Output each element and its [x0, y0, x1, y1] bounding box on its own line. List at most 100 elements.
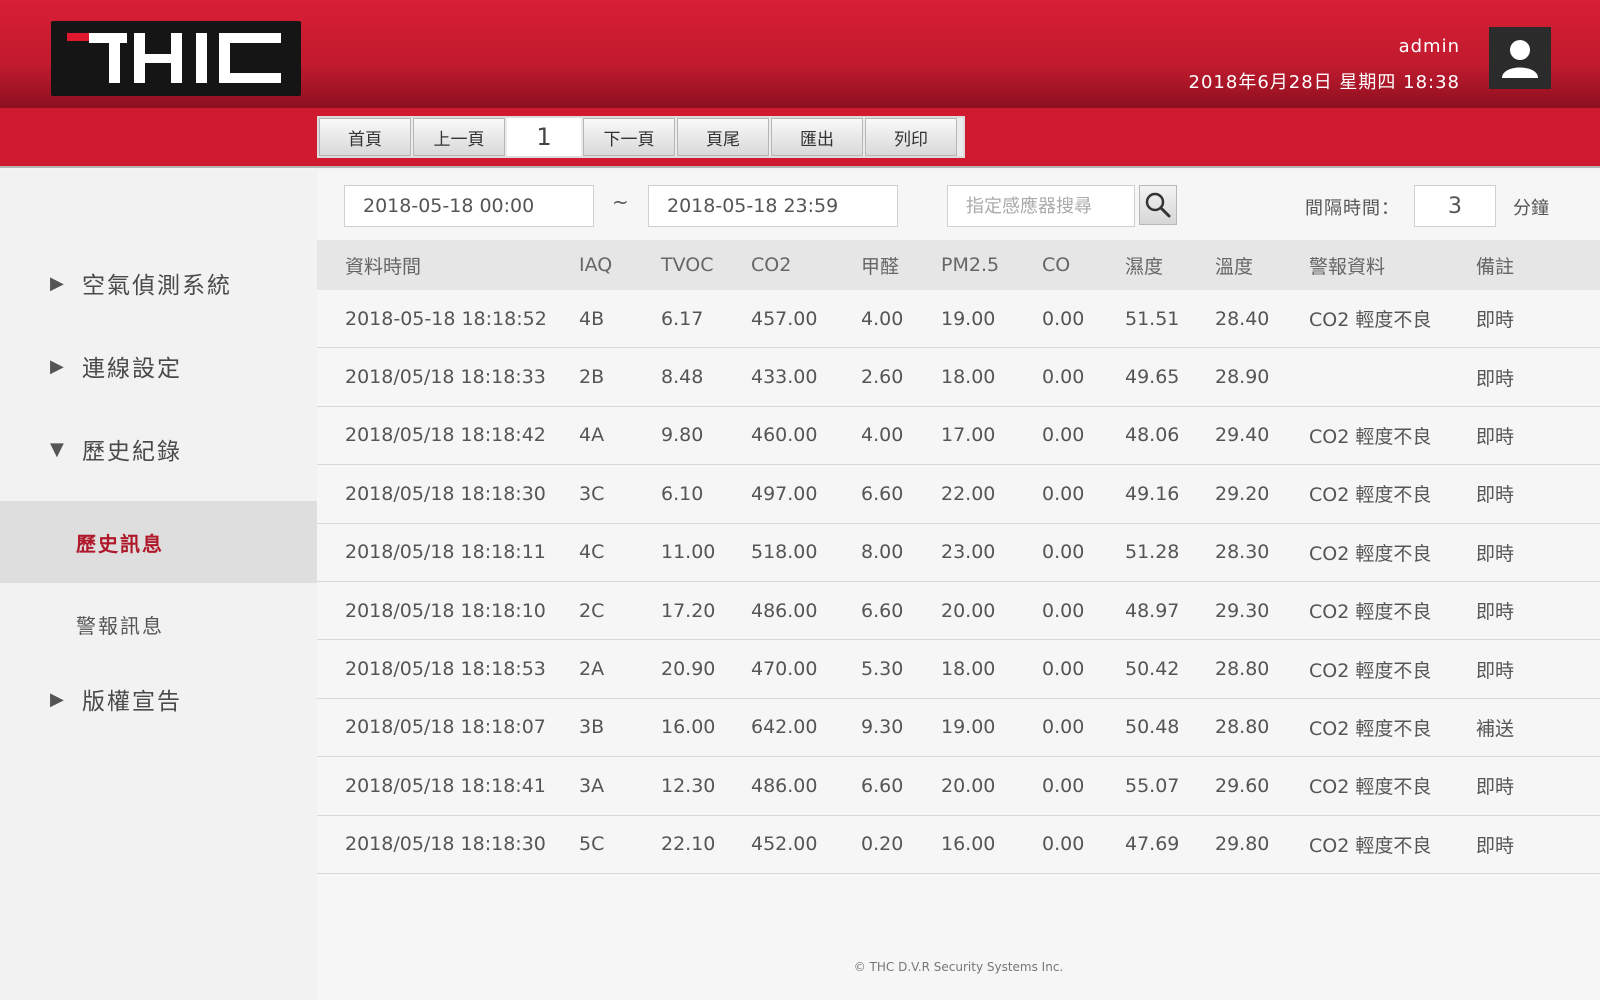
print-button[interactable]: 列印: [865, 118, 957, 156]
column-header-pm25: PM2.5: [941, 254, 1000, 276]
first-page-button[interactable]: 首頁: [319, 118, 411, 156]
cell-formaldehyde: 0.20: [861, 833, 904, 856]
start-time-field[interactable]: 2018-05-18 00:00: [344, 185, 594, 227]
cell-co: 0.00: [1042, 366, 1085, 389]
cell-co: 0.00: [1042, 658, 1085, 681]
cell-time: 2018/05/18 18:18:33: [345, 366, 546, 389]
sidebar-item-copyright[interactable]: ▶ 版權宣告: [50, 682, 182, 716]
export-button[interactable]: 匯出: [771, 118, 863, 156]
cell-co: 0.00: [1042, 774, 1085, 797]
cell-pm25: 17.00: [941, 424, 996, 447]
table-row[interactable]: 2018/05/18 18:18:30 3C 6.10 497.00 6.60 22.00…: [317, 465, 1600, 524]
cell-temperature: 28.80: [1215, 716, 1270, 739]
cell-co2: 460.00: [751, 424, 818, 447]
current-page-number: 1: [507, 118, 581, 156]
cell-humidity: 47.69: [1125, 833, 1180, 856]
sidebar-item-label: 空氣偵測系統: [82, 273, 232, 299]
cell-note: 即時: [1476, 542, 1515, 565]
search-button[interactable]: [1139, 185, 1177, 225]
cell-humidity: 49.16: [1125, 482, 1180, 505]
sidebar-item-air-detection[interactable]: ▶ 空氣偵測系統: [50, 266, 232, 300]
user-name: admin: [1398, 36, 1460, 57]
table-row[interactable]: 2018/05/18 18:18:10 2C 17.20 486.00 6.60 20.0…: [317, 581, 1600, 641]
next-page-button[interactable]: 下一頁: [583, 118, 675, 156]
cell-tvoc: 9.80: [661, 424, 704, 447]
cell-alarm: CO2 輕度不良: [1309, 659, 1432, 682]
cell-time: 2018/05/18 18:18:30: [345, 833, 546, 856]
table-row[interactable]: 2018/05/18 18:18:42 4A 9.80 460.00 4.00 17.00…: [317, 406, 1600, 466]
cell-pm25: 20.00: [941, 599, 996, 622]
cell-iaq: 4C: [579, 541, 605, 564]
end-time-field[interactable]: 2018-05-18 23:59: [648, 185, 898, 227]
footer-copyright: © THC D.V.R Security Systems Inc.: [853, 960, 1064, 974]
app-header: admin 2018年6月28日 星期四 18:38: [0, 0, 1600, 108]
column-header-iaq: IAQ: [579, 254, 613, 276]
table-header: 資料時間 IAQ TVOC CO2 甲醛 PM2.5 CO 濕度 溫度 警報資料 備註: [317, 240, 1600, 290]
cell-co: 0.00: [1042, 833, 1085, 856]
table-row[interactable]: 2018/05/18 18:18:41 3A 12.30 486.00 6.60 20.0…: [317, 757, 1600, 816]
thc-logo-mark: [67, 33, 281, 83]
cell-note: 即時: [1476, 834, 1515, 857]
cell-co: 0.00: [1042, 482, 1085, 505]
cell-tvoc: 6.10: [661, 482, 704, 505]
cell-humidity: 48.97: [1125, 599, 1180, 622]
thc-logo: [51, 21, 301, 96]
cell-note: 即時: [1476, 776, 1515, 799]
interval-label: 間隔時間：: [1305, 198, 1400, 219]
interval-unit: 分鐘: [1513, 198, 1549, 219]
sidebar-item-history[interactable]: ▼ 歷史紀錄: [50, 432, 182, 466]
current-datetime: 2018年6月28日 星期四 18:38: [1188, 72, 1460, 93]
last-page-button[interactable]: 頁尾: [677, 118, 769, 156]
table-row[interactable]: 2018/05/18 18:18:33 2B 8.48 433.00 2.60 18.00…: [317, 348, 1600, 407]
cell-formaldehyde: 6.60: [861, 774, 904, 797]
interval-input[interactable]: [1414, 185, 1496, 227]
expand-arrow-icon: ▶: [50, 688, 66, 710]
table-row[interactable]: 2018/05/18 18:18:53 2A 20.90 470.00 5.30 18.0…: [317, 640, 1600, 699]
sidebar-item-connection-settings[interactable]: ▶ 連線設定: [50, 349, 182, 383]
prev-page-button[interactable]: 上一頁: [413, 118, 505, 156]
cell-tvoc: 11.00: [661, 541, 716, 564]
cell-formaldehyde: 6.60: [861, 599, 904, 622]
cell-iaq: 5C: [579, 833, 605, 856]
table-row[interactable]: 2018-05-18 18:18:52 4B 6.17 457.00 4.00 19.00…: [317, 290, 1600, 349]
cell-pm25: 18.00: [941, 658, 996, 681]
cell-note: 即時: [1476, 601, 1515, 624]
cell-tvoc: 16.00: [661, 716, 716, 739]
cell-note: 即時: [1476, 309, 1515, 332]
cell-iaq: 3B: [579, 716, 605, 739]
sensor-search-input[interactable]: [947, 185, 1135, 227]
cell-co2: 518.00: [751, 541, 818, 564]
cell-formaldehyde: 5.30: [861, 658, 904, 681]
cell-time: 2018/05/18 18:18:10: [345, 599, 546, 622]
table-row[interactable]: 2018/05/18 18:18:11 4C 11.00 518.00 8.00 23.0…: [317, 523, 1600, 582]
sidebar-subitem-alarm-messages[interactable]: 警報訊息: [0, 583, 317, 665]
sidebar-item-label: 版權宣告: [82, 689, 182, 715]
cell-humidity: 50.48: [1125, 716, 1180, 739]
cell-temperature: 29.30: [1215, 599, 1270, 622]
cell-iaq: 4A: [579, 424, 605, 447]
cell-pm25: 23.00: [941, 541, 996, 564]
column-header-tvoc: TVOC: [661, 254, 714, 276]
cell-co2: 452.00: [751, 833, 818, 856]
cell-co2: 486.00: [751, 774, 818, 797]
cell-temperature: 28.90: [1215, 366, 1270, 389]
cell-alarm: CO2 輕度不良: [1309, 309, 1432, 332]
history-table: 資料時間 IAQ TVOC CO2 甲醛 PM2.5 CO 濕度 溫度 警報資料 備註 2018-0…: [317, 240, 1600, 874]
cell-time: 2018/05/18 18:18:11: [345, 541, 546, 564]
cell-humidity: 50.42: [1125, 658, 1180, 681]
cell-humidity: 49.65: [1125, 366, 1180, 389]
cell-time: 2018/05/18 18:18:07: [345, 716, 546, 739]
cell-iaq: 4B: [579, 307, 605, 330]
cell-co: 0.00: [1042, 599, 1085, 622]
cell-temperature: 28.30: [1215, 541, 1270, 564]
user-avatar-icon[interactable]: [1489, 27, 1551, 89]
table-row[interactable]: 2018/05/18 18:18:07 3B 16.00 642.00 9.30 19.0…: [317, 698, 1600, 758]
cell-note: 即時: [1476, 484, 1515, 507]
table-row[interactable]: 2018/05/18 18:18:30 5C 22.10 452.00 0.20 16.0…: [317, 815, 1600, 874]
cell-iaq: 2C: [579, 599, 605, 622]
cell-note: 即時: [1476, 425, 1515, 448]
cell-tvoc: 12.30: [661, 774, 716, 797]
cell-iaq: 3A: [579, 774, 605, 797]
sidebar-subitem-history-messages[interactable]: 歷史訊息: [0, 501, 317, 583]
cell-alarm: CO2 輕度不良: [1309, 776, 1432, 799]
